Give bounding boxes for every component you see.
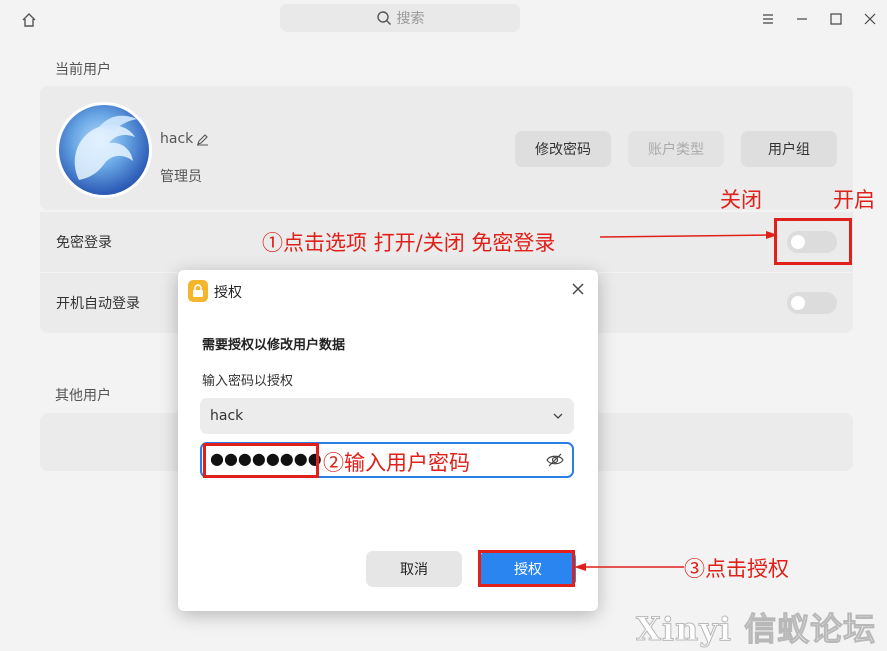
chevron-down-icon [553,413,563,419]
username-text: hack [160,131,194,147]
annotation-off: 关闭 [720,188,762,212]
home-button[interactable] [18,9,40,31]
menu-button[interactable] [751,6,785,32]
menu-icon [763,14,773,24]
minimize-icon [797,18,807,20]
change-password-button[interactable]: 修改密码 [515,131,611,167]
other-users-section-title: 其他用户 [55,388,111,404]
current-user-section-title: 当前用户 [55,62,111,78]
minimize-button[interactable] [785,6,819,32]
window-controls [751,6,887,32]
annotation-step1: ①点击选项 打开/关闭 免密登录 [262,231,556,255]
annotation-on: 开启 [833,188,875,212]
lock-icon [188,280,208,302]
auto-login-label: 开机自动登录 [56,296,140,312]
user-select-value: hack [210,408,244,424]
passwordless-login-label: 免密登录 [56,235,112,251]
maximize-icon [830,13,842,25]
annotation-password-highlight [203,443,319,478]
edit-icon[interactable] [196,133,209,146]
watermark: Xinyi 信蚁论坛 [635,610,877,649]
search-icon [376,11,391,25]
account-type-button[interactable]: 账户类型 [628,131,724,167]
annotation-step2: ②输入用户密码 [323,451,470,475]
dialog-heading: 需要授权以修改用户数据 [202,338,346,353]
dialog-close-icon[interactable] [570,281,586,297]
annotation-step3: ③点击授权 [684,557,789,581]
user-role: 管理员 [160,169,202,185]
annotation-toggle-highlight [774,218,852,265]
close-icon [864,13,876,25]
hide-password-icon[interactable] [546,452,564,468]
auto-login-toggle[interactable] [787,292,837,314]
password-label: 输入密码以授权 [202,374,294,389]
search-placeholder: 搜索 [396,11,425,27]
annotation-arrow-1 [600,231,778,239]
close-button[interactable] [853,6,887,32]
search-input[interactable]: 搜索 [280,4,520,32]
cancel-button[interactable]: 取消 [366,551,462,587]
annotation-authorize-highlight [478,550,575,587]
user-group-button[interactable]: 用户组 [741,131,837,167]
username: hack [160,131,209,147]
maximize-button[interactable] [819,6,853,32]
dialog-title: 授权 [214,285,242,301]
home-icon [22,13,36,27]
dragon-avatar-image [74,115,137,180]
avatar[interactable] [56,102,152,198]
annotation-arrow-3 [574,563,684,571]
user-select[interactable]: hack [200,398,574,434]
